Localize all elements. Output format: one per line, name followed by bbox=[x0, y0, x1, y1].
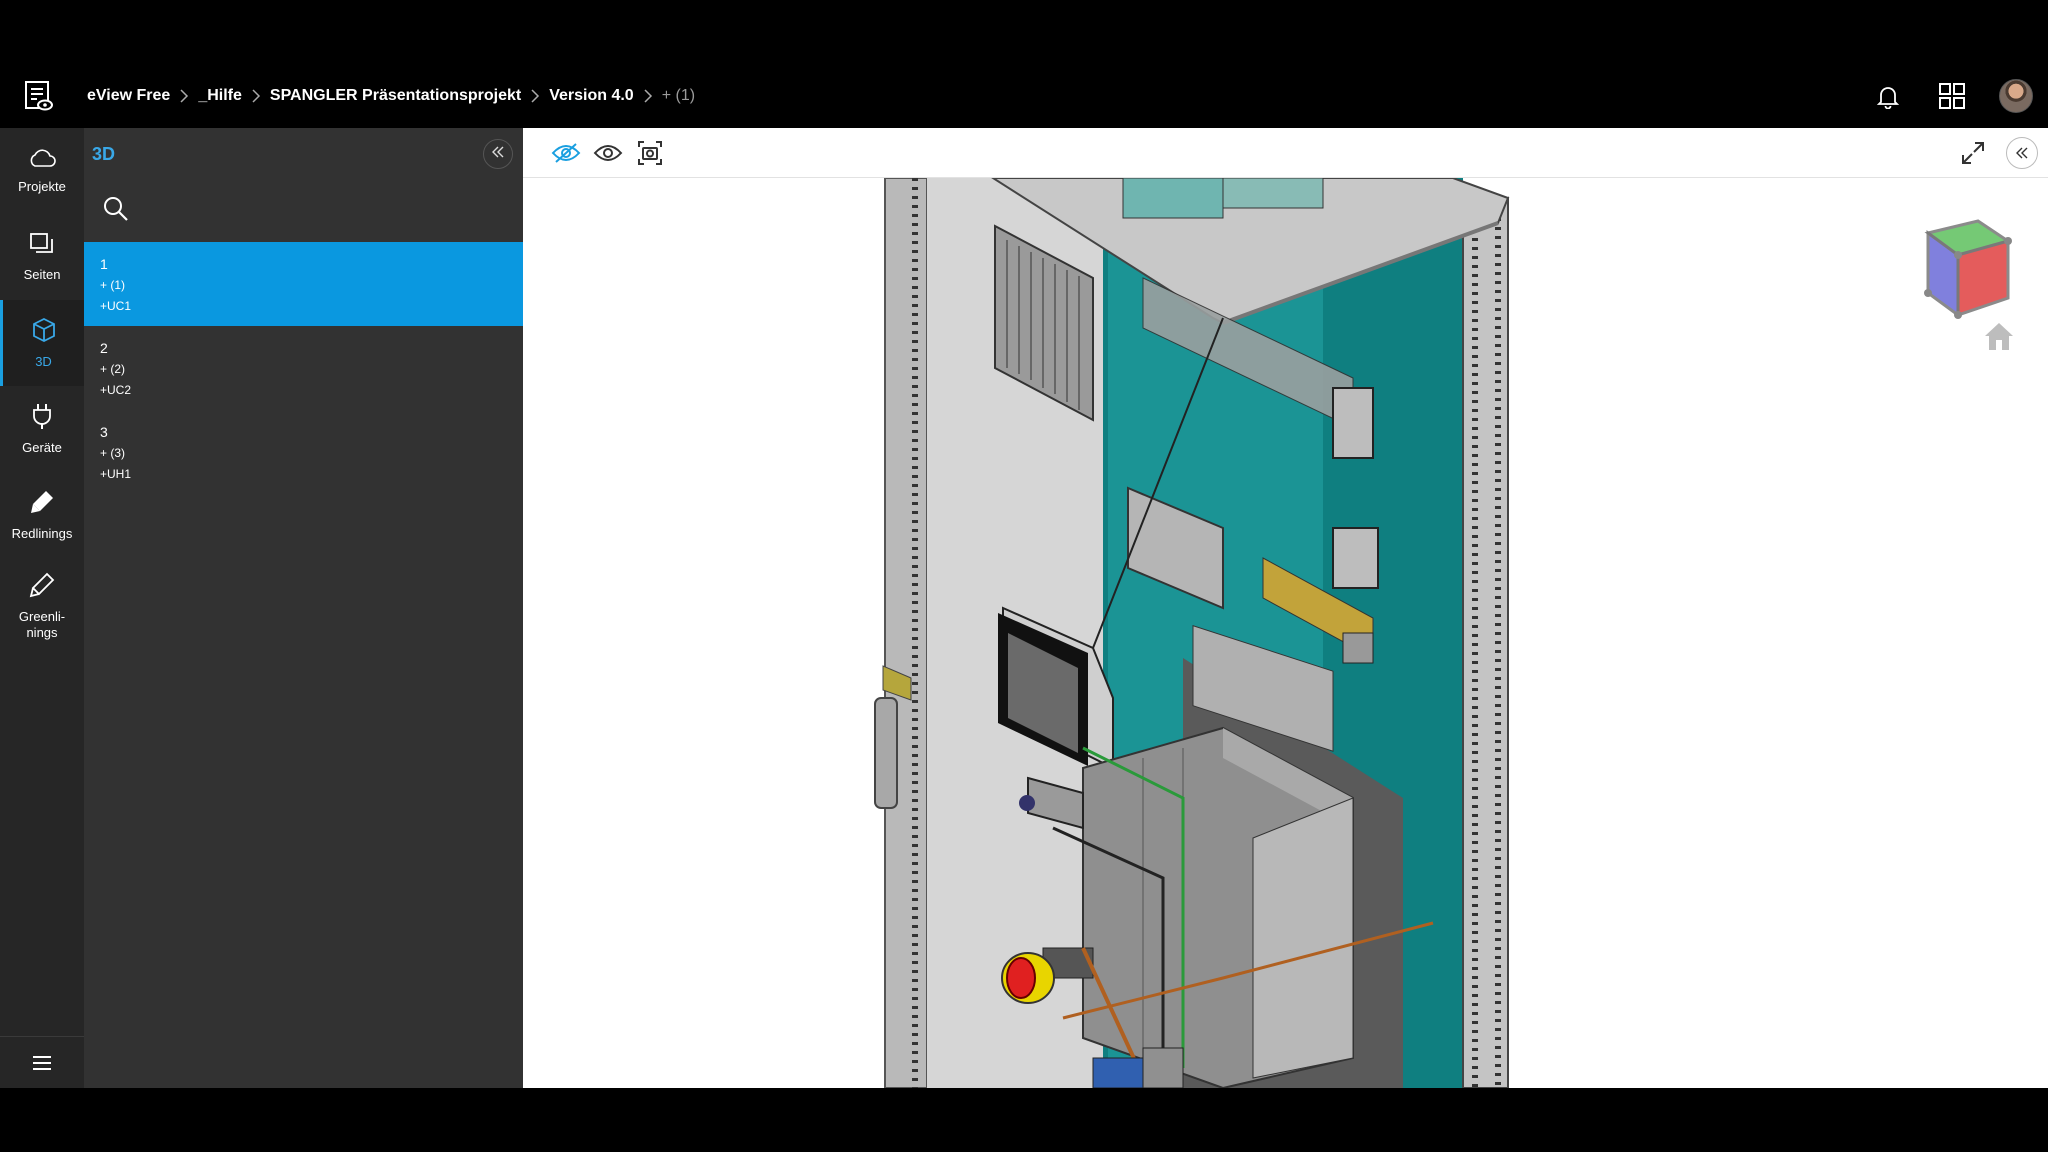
user-avatar[interactable] bbox=[1984, 64, 2048, 128]
plug-icon bbox=[29, 402, 55, 434]
nav-item-3d[interactable]: 3D bbox=[0, 300, 84, 386]
top-bar: eView Free _Hilfe SPANGLER Präsentations… bbox=[0, 64, 2048, 128]
nav-item-label: Redlinings bbox=[11, 526, 73, 541]
viewer-toolbar-right bbox=[1952, 128, 2038, 178]
eview-logo-icon[interactable] bbox=[0, 64, 76, 128]
breadcrumb-item[interactable]: SPANGLER Präsentationsprojekt bbox=[270, 87, 521, 105]
search-row bbox=[84, 180, 523, 242]
breadcrumb-current: + (1) bbox=[661, 87, 696, 104]
nav-item-greenlinings[interactable]: Greenli-nings bbox=[0, 558, 84, 654]
apps-grid-icon[interactable] bbox=[1920, 64, 1984, 128]
chevron-right-icon bbox=[242, 89, 270, 103]
letterbox-bottom bbox=[0, 1088, 2048, 1152]
3d-viewer[interactable] bbox=[523, 128, 2048, 1088]
fullscreen-icon[interactable] bbox=[1952, 132, 1994, 174]
tree-item-uh1[interactable]: 3 + (3) +UH1 bbox=[84, 410, 523, 494]
home-icon[interactable] bbox=[1981, 318, 2017, 354]
nav-item-label: Greenli-nings bbox=[18, 609, 66, 640]
tree-item-location: + (3) bbox=[100, 446, 126, 460]
marker-icon bbox=[28, 488, 56, 520]
topbar-actions bbox=[1856, 64, 2048, 128]
nav-item-label: Projekte bbox=[18, 179, 66, 194]
side-panel: 3D 1 + (1) +UC1 2 + (2) +UC2 3 + (3) +UH… bbox=[84, 128, 523, 1088]
screenshot-icon[interactable] bbox=[629, 132, 671, 174]
nav-rail: Projekte Seiten 3D Geräte Redlinings Gre… bbox=[0, 128, 84, 1088]
breadcrumb: eView Free _Hilfe SPANGLER Präsentations… bbox=[76, 87, 695, 105]
collapse-icon[interactable] bbox=[2006, 137, 2038, 169]
nav-item-redlinings[interactable]: Redlinings bbox=[0, 472, 84, 558]
nav-item-seiten[interactable]: Seiten bbox=[0, 214, 84, 300]
nav-item-label: Geräte bbox=[22, 440, 62, 455]
cabinet-3d-model[interactable] bbox=[523, 178, 2048, 1088]
hamburger-icon[interactable] bbox=[0, 1036, 84, 1088]
double-chevron-left-icon bbox=[491, 145, 505, 163]
cloud-icon bbox=[27, 147, 57, 173]
tree-item-location: + (2) bbox=[100, 362, 126, 376]
tree-item-location: + (1) bbox=[100, 278, 126, 292]
pages-icon bbox=[28, 231, 56, 261]
panel-title: 3D bbox=[92, 143, 116, 164]
nav-item-geraete[interactable]: Geräte bbox=[0, 386, 84, 472]
chevron-right-icon bbox=[521, 89, 549, 103]
tree-item-number: 1 bbox=[100, 256, 108, 272]
tree-item-number: 3 bbox=[100, 424, 108, 440]
chevron-right-icon bbox=[634, 89, 662, 103]
breadcrumb-item[interactable]: eView Free bbox=[87, 87, 170, 105]
cube-icon bbox=[30, 316, 58, 348]
show-icon[interactable] bbox=[587, 132, 629, 174]
collapse-panel-button[interactable] bbox=[483, 139, 513, 169]
nav-item-label: Seiten bbox=[23, 267, 61, 282]
tree-item-number: 2 bbox=[100, 340, 108, 356]
breadcrumb-item[interactable]: _Hilfe bbox=[198, 87, 242, 105]
nav-item-label: 3D bbox=[35, 354, 52, 369]
search-icon[interactable] bbox=[102, 195, 130, 228]
letterbox-top bbox=[0, 0, 2048, 64]
tree-item-uc2[interactable]: 2 + (2) +UC2 bbox=[84, 326, 523, 410]
tree-item-code: +UH1 bbox=[100, 467, 132, 481]
hide-icon[interactable] bbox=[545, 132, 587, 174]
nav-item-projekte[interactable]: Projekte bbox=[0, 128, 84, 214]
breadcrumb-item[interactable]: Version 4.0 bbox=[549, 87, 634, 105]
bell-icon[interactable] bbox=[1856, 64, 1920, 128]
navigation-cube[interactable] bbox=[1903, 213, 2013, 323]
tree-item-uc1[interactable]: 1 + (1) +UC1 bbox=[84, 242, 523, 326]
tree-item-code: +UC2 bbox=[100, 383, 132, 397]
tree-item-code: +UC1 bbox=[100, 299, 132, 313]
chevron-right-icon bbox=[170, 89, 198, 103]
pen-icon bbox=[28, 571, 56, 603]
panel-header: 3D bbox=[84, 128, 523, 180]
viewer-toolbar bbox=[523, 128, 2048, 178]
